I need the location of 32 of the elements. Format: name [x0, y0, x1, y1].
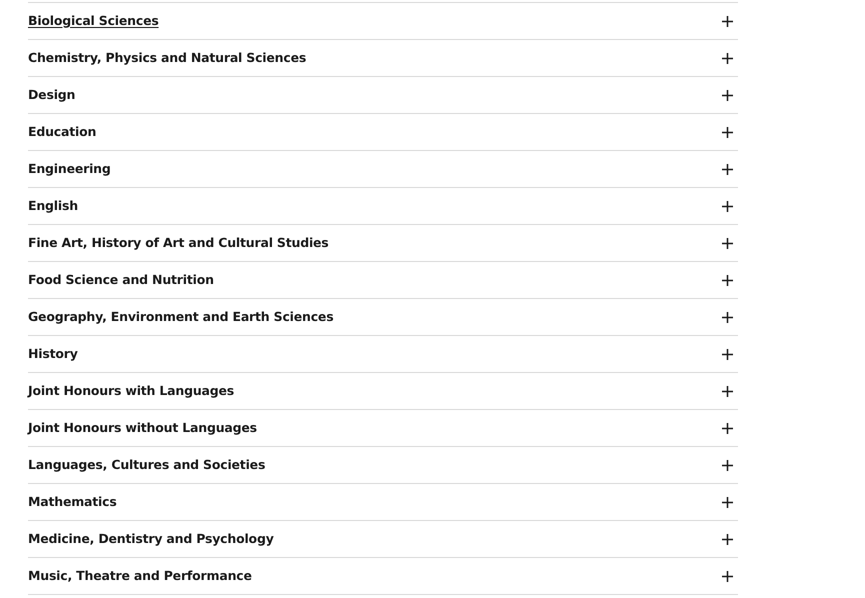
plus-icon	[722, 496, 733, 508]
plus-icon	[722, 534, 733, 544]
accordion-header[interactable]: Geography, Environment and Earth Sciences	[28, 299, 738, 336]
accordion-header[interactable]: Mathematics	[28, 484, 738, 521]
plus-icon	[722, 422, 733, 434]
plus-icon	[722, 570, 733, 582]
accordion-header[interactable]: English	[28, 188, 738, 225]
accordion-header[interactable]: Fine Art, History of Art and Cultural Studies	[28, 225, 738, 262]
accordion-header[interactable]: Joint Honours with Languages	[28, 373, 738, 410]
plus-icon	[722, 274, 733, 286]
accordion-header[interactable]: Food Science and Nutrition	[28, 262, 738, 299]
accordion-header[interactable]: Joint Honours without Languages	[28, 410, 738, 447]
plus-icon	[722, 348, 733, 360]
plus-icon	[722, 90, 733, 100]
plus-icon	[722, 238, 733, 248]
plus-icon	[722, 200, 733, 212]
accordion-header[interactable]: Education	[28, 114, 738, 151]
accordion-header[interactable]: History	[28, 336, 738, 373]
plus-icon	[722, 164, 733, 174]
plus-icon	[722, 52, 733, 64]
plus-icon	[722, 126, 733, 138]
plus-icon	[722, 460, 733, 470]
plus-icon	[722, 386, 733, 396]
accordion-header[interactable]: Languages, Cultures and Societies	[28, 447, 738, 484]
accordion-header[interactable]: Design	[28, 77, 738, 114]
accordion-header[interactable]: Biological Sciences	[28, 3, 738, 40]
accordion-header[interactable]: Engineering	[28, 151, 738, 188]
accordion-header[interactable]: Chemistry, Physics and Natural Sciences	[28, 40, 738, 77]
plus-icon	[722, 16, 733, 26]
accordion-header[interactable]: Music, Theatre and Performance	[28, 558, 738, 595]
plus-icon	[722, 312, 733, 322]
accordion-header[interactable]: Medicine, Dentistry and Psychology	[28, 521, 738, 558]
